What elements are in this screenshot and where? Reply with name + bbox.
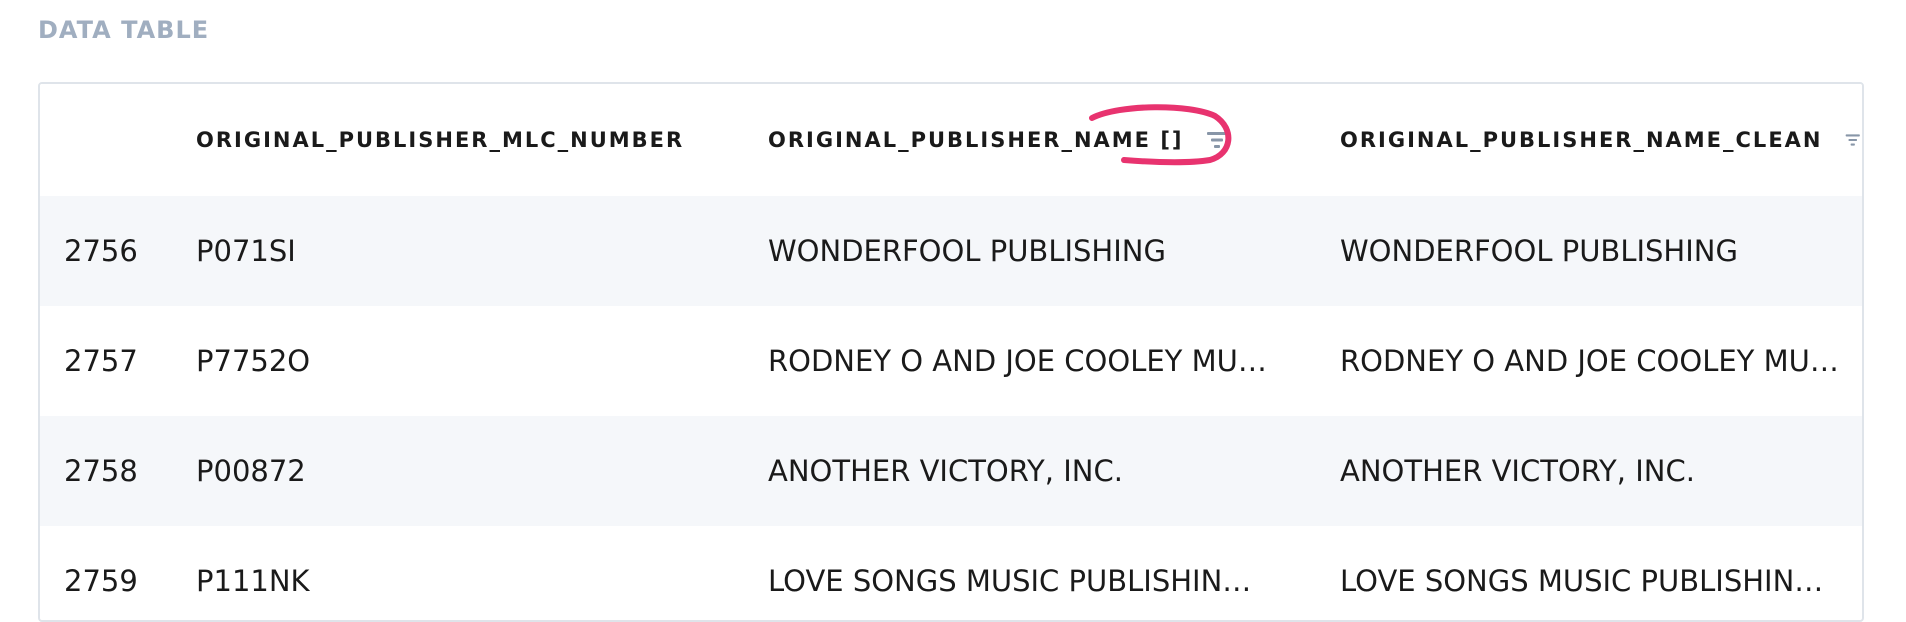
cell-mlc-number: P111NK — [196, 564, 310, 598]
row-index: 2757 — [64, 344, 138, 378]
table-row[interactable]: 2756 P071SI WONDERFOOL PUBLISHING WONDER… — [40, 196, 1862, 306]
column-header-publisher-name[interactable]: ORIGINAL_PUBLISHER_NAME [] — [768, 84, 1298, 196]
cell-publisher-name: WONDERFOOL PUBLISHING — [768, 234, 1166, 268]
filter-icon[interactable] — [1845, 130, 1861, 150]
column-header-label: ORIGINAL_PUBLISHER_NAME_CLEAN — [1340, 128, 1823, 152]
table-row[interactable]: 2758 P00872 ANOTHER VICTORY, INC. ANOTHE… — [40, 416, 1862, 526]
data-table: ORIGINAL_PUBLISHER_MLC_NUMBER ORIGINAL_P… — [38, 82, 1864, 622]
cell-publisher-name-clean: RODNEY O AND JOE COOLEY MU… — [1340, 344, 1839, 378]
cell-mlc-number: P071SI — [196, 234, 296, 268]
table-row[interactable]: 2759 P111NK LOVE SONGS MUSIC PUBLISHIN… … — [40, 526, 1862, 620]
cell-publisher-name: RODNEY O AND JOE COOLEY MU… — [768, 344, 1267, 378]
column-header-publisher-name-clean[interactable]: ORIGINAL_PUBLISHER_NAME_CLEAN — [1340, 84, 1860, 196]
section-title: DATA TABLE — [38, 16, 210, 44]
cell-publisher-name-clean: LOVE SONGS MUSIC PUBLISHIN… — [1340, 564, 1824, 598]
cell-publisher-name-clean: ANOTHER VICTORY, INC. — [1340, 454, 1695, 488]
column-header-mlc-number[interactable]: ORIGINAL_PUBLISHER_MLC_NUMBER — [196, 84, 696, 196]
cell-mlc-number: P7752O — [196, 344, 311, 378]
cell-publisher-name: LOVE SONGS MUSIC PUBLISHIN… — [768, 564, 1252, 598]
column-header-label: ORIGINAL_PUBLISHER_MLC_NUMBER — [196, 128, 685, 152]
table-row[interactable]: 2757 P7752O RODNEY O AND JOE COOLEY MU… … — [40, 306, 1862, 416]
column-header-label: ORIGINAL_PUBLISHER_NAME [] — [768, 128, 1184, 152]
table-header: ORIGINAL_PUBLISHER_MLC_NUMBER ORIGINAL_P… — [40, 84, 1862, 196]
row-index: 2759 — [64, 564, 138, 598]
cell-mlc-number: P00872 — [196, 454, 306, 488]
row-index: 2756 — [64, 234, 138, 268]
filter-icon[interactable] — [1206, 130, 1228, 150]
cell-publisher-name-clean: WONDERFOOL PUBLISHING — [1340, 234, 1738, 268]
row-index: 2758 — [64, 454, 138, 488]
cell-publisher-name: ANOTHER VICTORY, INC. — [768, 454, 1123, 488]
